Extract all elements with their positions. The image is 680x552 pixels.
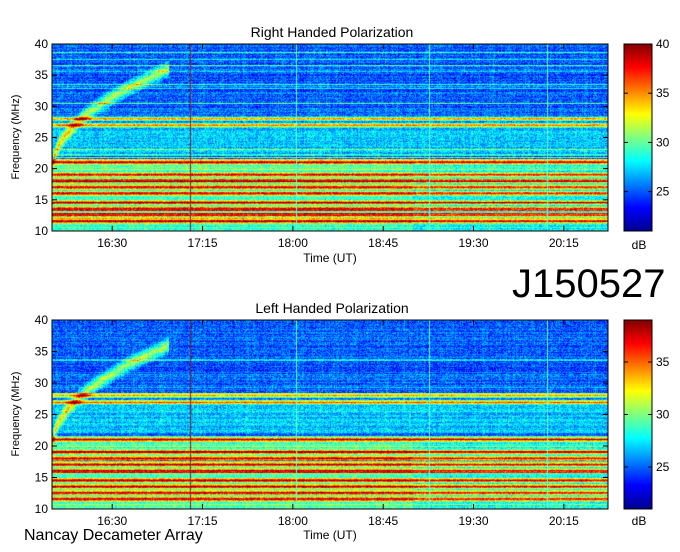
x-tick-label: 16:30 bbox=[97, 236, 127, 250]
x-tick-label: 19:30 bbox=[459, 514, 489, 528]
colorbar bbox=[624, 44, 652, 231]
colorbar-tick-label: 30 bbox=[656, 135, 670, 149]
x-tick-label: 18:00 bbox=[278, 514, 308, 528]
x-tick-label: 20:15 bbox=[549, 236, 579, 250]
y-tick-label: 10 bbox=[35, 502, 49, 516]
colorbar-tick-label: 25 bbox=[656, 460, 670, 474]
spectrogram-image bbox=[52, 44, 608, 231]
x-tick-label: 19:30 bbox=[459, 236, 489, 250]
x-axis-label: Time (UT) bbox=[303, 251, 357, 265]
y-tick-label: 20 bbox=[35, 439, 49, 453]
x-tick-label: 18:45 bbox=[368, 514, 398, 528]
y-tick-label: 25 bbox=[35, 408, 49, 422]
colorbar-label: dB bbox=[632, 238, 647, 252]
colorbar-tick-label: 35 bbox=[656, 86, 670, 100]
x-tick-label: 17:15 bbox=[188, 514, 218, 528]
colorbar-tick-label: 40 bbox=[656, 37, 670, 51]
spectrogram-image bbox=[52, 320, 608, 509]
y-tick-label: 15 bbox=[35, 471, 49, 485]
y-tick-label: 35 bbox=[35, 68, 49, 82]
y-tick-label: 10 bbox=[35, 224, 49, 238]
instrument-name: Nancay Decameter Array bbox=[24, 527, 203, 544]
x-axis-label: Time (UT) bbox=[303, 528, 357, 542]
x-tick-label: 18:00 bbox=[278, 236, 308, 250]
panel-title: Right Handed Polarization bbox=[251, 24, 414, 40]
colorbar-label: dB bbox=[632, 514, 647, 528]
observation-id: J150527 bbox=[512, 262, 666, 306]
x-tick-label: 16:30 bbox=[97, 514, 127, 528]
x-tick-label: 18:45 bbox=[368, 236, 398, 250]
y-tick-label: 30 bbox=[35, 99, 49, 113]
y-tick-label: 40 bbox=[35, 313, 49, 327]
y-tick-label: 30 bbox=[35, 376, 49, 390]
y-tick-label: 40 bbox=[35, 37, 49, 51]
x-tick-label: 17:15 bbox=[188, 236, 218, 250]
y-axis-label: Frequency (MHz) bbox=[10, 372, 22, 457]
colorbar-tick-label: 30 bbox=[656, 408, 670, 422]
y-tick-label: 15 bbox=[35, 193, 49, 207]
panel-right-polarization: Right Handed Polarization 10 15 20 25 30 35 40… bbox=[10, 24, 670, 265]
y-tick-label: 25 bbox=[35, 131, 49, 145]
panel-left-polarization: Left Handed Polarization 10152025303540 … bbox=[10, 300, 670, 542]
colorbar-tick-label: 35 bbox=[656, 355, 670, 369]
panel-title: Left Handed Polarization bbox=[255, 300, 408, 316]
colorbar bbox=[624, 320, 652, 509]
colorbar-tick-label: 25 bbox=[656, 185, 670, 199]
y-tick-label: 35 bbox=[35, 345, 49, 359]
x-tick-label: 20:15 bbox=[549, 514, 579, 528]
y-axis-label: Frequency (MHz) bbox=[10, 95, 22, 180]
y-tick-label: 20 bbox=[35, 162, 49, 176]
